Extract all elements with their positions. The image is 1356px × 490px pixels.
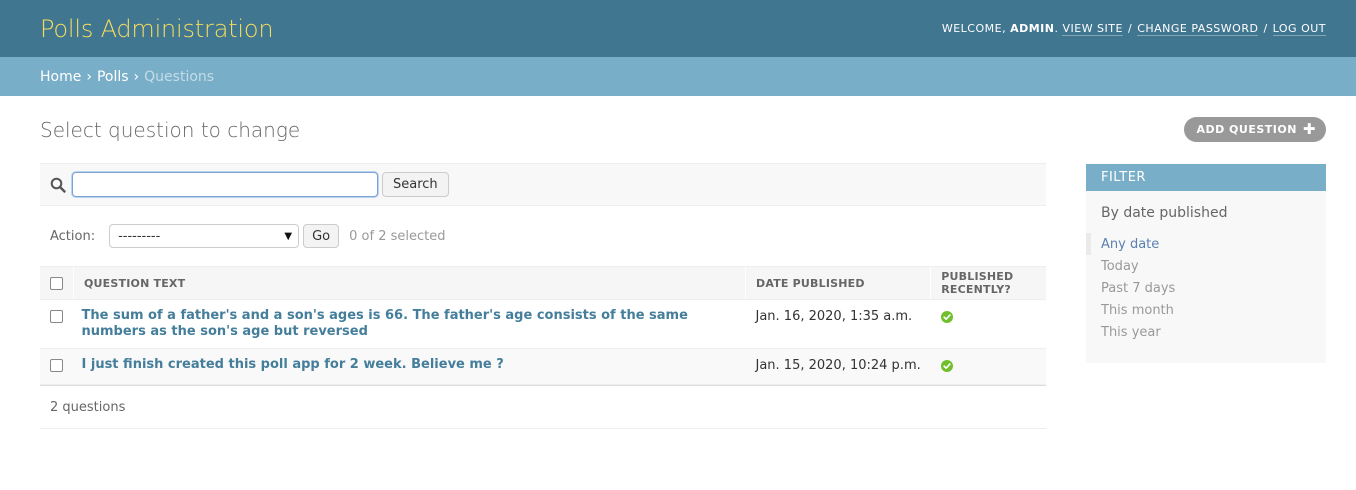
check-icon [940,360,953,372]
search-input[interactable] [72,172,378,197]
breadcrumb-separator: › [133,68,140,85]
username: admin [1010,22,1055,35]
published-recently-cell [930,348,1046,385]
row-select-cell [40,299,74,349]
published-recently-cell [930,299,1046,349]
view-site-link[interactable]: View site [1062,22,1123,36]
select-all-checkbox[interactable] [50,276,63,290]
changelist: Search Action: --------- ▼ Go 0 of 2 sel… [40,163,1046,429]
results-table: Question text Date published Published r… [40,266,1046,385]
filter-option-any-date[interactable]: Any date [1086,233,1326,255]
column-header-published-recently[interactable]: Published recently? [930,266,1046,300]
go-button[interactable]: Go [303,224,340,248]
table-row: The sum of a father's and a son's ages i… [40,299,1046,349]
plus-icon: ✚ [1302,120,1316,138]
welcome-text: Welcome, [941,22,1007,35]
header: Polls Administration Welcome, admin. Vie… [0,0,1356,57]
filter-option-this-month[interactable]: This month [1086,299,1326,321]
check-icon [940,311,953,323]
filter-option-past-7-days[interactable]: Past 7 days [1086,277,1326,299]
search-toolbar: Search [40,163,1046,206]
filter-heading: Filter [1086,164,1326,191]
filter-panel: Filter By date published Any date Today … [1086,164,1326,363]
paginator: 2 questions [40,385,1046,429]
question-link[interactable]: The sum of a father's and a son's ages i… [82,308,688,339]
add-question-button[interactable]: Add question ✚ [1184,117,1326,142]
action-label: Action: [50,228,96,244]
actions-bar: Action: --------- ▼ Go 0 of 2 selected [40,206,1046,266]
log-out-link[interactable]: Log out [1272,22,1326,36]
user-tools: Welcome, admin. View site / Change passw… [941,21,1326,36]
action-select-value: --------- [118,228,161,244]
question-link[interactable]: I just finish created this poll app for … [82,357,504,372]
change-password-link[interactable]: Change password [1137,22,1259,36]
date-cell: Jan. 16, 2020, 1:35 a.m. [745,299,931,349]
site-branding[interactable]: Polls Administration [40,15,274,43]
filter-option-today[interactable]: Today [1086,255,1326,277]
select-all-header [40,266,74,300]
breadcrumb: Home › Polls › Questions [0,57,1356,96]
selection-counter: 0 of 2 selected [349,228,446,244]
breadcrumb-home[interactable]: Home [40,69,81,85]
table-row: I just finish created this poll app for … [40,348,1046,385]
row-checkbox[interactable] [50,359,63,372]
breadcrumb-polls[interactable]: Polls [97,69,129,85]
column-header-question-text[interactable]: Question text [73,266,746,300]
breadcrumb-separator: › [86,68,92,85]
row-checkbox[interactable] [50,310,63,323]
search-icon [50,177,66,193]
date-cell: Jan. 15, 2020, 10:24 p.m. [745,348,931,385]
add-question-label: Add question [1196,123,1297,136]
filter-options: Any date Today Past 7 days This month Th… [1086,233,1326,343]
dropdown-arrow-icon: ▼ [284,230,293,242]
filter-title: By date published [1101,205,1228,221]
breadcrumb-current: Questions [144,68,215,85]
column-header-date-published[interactable]: Date published [744,266,931,300]
row-select-cell [40,348,74,385]
search-button[interactable]: Search [382,172,449,197]
question-cell: The sum of a father's and a son's ages i… [73,299,746,349]
separator: / [1127,22,1133,35]
separator: / [1263,22,1268,35]
filter-option-this-year[interactable]: This year [1086,321,1326,343]
page-title: Select question to change [40,118,301,142]
action-select[interactable]: --------- ▼ [109,224,300,248]
question-cell: I just finish created this poll app for … [73,348,746,385]
